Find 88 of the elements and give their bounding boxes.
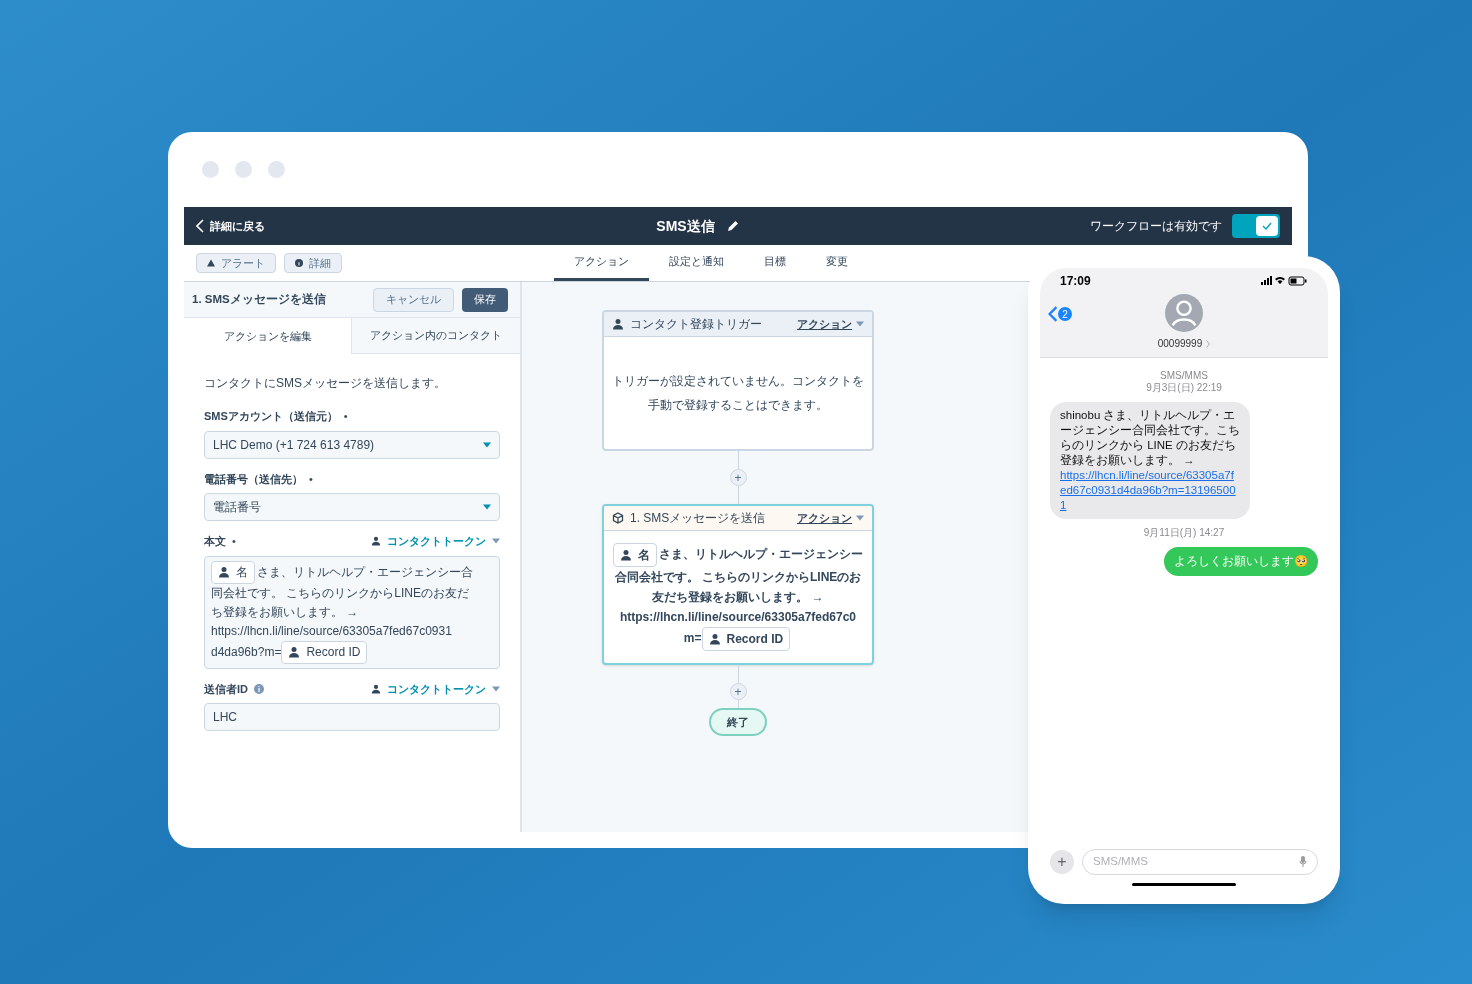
message-text: さま、リトルヘルプ・エージェンシー合: [257, 564, 473, 579]
caret-icon: [483, 441, 491, 448]
workflow-toggle[interactable]: [1232, 214, 1280, 238]
token-label: 名: [236, 563, 248, 581]
save-button[interactable]: 保存: [462, 287, 508, 312]
person-icon: [708, 633, 721, 645]
person-icon: [371, 683, 381, 694]
message-text: 同会社です。 こちらのリンクからLINEのお友だ: [211, 585, 469, 600]
status-icons: [1260, 276, 1308, 286]
unread-badge: 2: [1058, 307, 1072, 321]
workflow-title: SMS送信: [656, 216, 715, 236]
nav-tab[interactable]: 目標: [744, 245, 806, 281]
caret-icon: [856, 321, 864, 327]
add-step-button[interactable]: +: [729, 683, 747, 700]
required-mark: •: [309, 471, 313, 487]
select-field[interactable]: 電話番号: [204, 493, 500, 521]
token-label: 名: [638, 547, 650, 564]
contact-number: 00099999: [1157, 337, 1203, 351]
message-text: ち登録をお願いします。 →: [211, 604, 359, 619]
message-link[interactable]: https://lhcn.li/line/source/63305a7fed67c0931d4da96b?m=131965001: [1060, 468, 1240, 513]
card-title: コンタクト登録トリガー: [630, 316, 762, 333]
clock-time: 17:09: [1060, 273, 1091, 290]
nav-tab[interactable]: 変更: [806, 245, 868, 281]
check-icon: [1262, 222, 1272, 230]
end-node[interactable]: 終了: [709, 708, 767, 736]
field-label: SMSアカウント（送信元）: [204, 409, 338, 424]
action-menu[interactable]: アクション: [797, 509, 864, 527]
message-text: 友だち登録をお願いします。 →: [652, 590, 824, 604]
message-text: さま、リトルヘルプ・エージェンシー: [659, 547, 863, 562]
timestamp: 9月11日(月) 14:27: [1143, 527, 1225, 539]
add-button[interactable]: +: [1050, 850, 1074, 874]
token-label: Record ID: [726, 631, 784, 648]
cancel-button[interactable]: キャンセル: [373, 287, 454, 312]
field-label: 送信者ID: [204, 681, 248, 697]
workflow-card[interactable]: 1. SMSメッセージを送信 アクション 名 さま、リトルヘルプ・エージェンシー 合同会社です。 こちらのリンクからLINEのお 友だち登録をお願いします。 → https://lhcn.li/line/source/63305a7fed67c0 m= Record ID: [602, 504, 874, 665]
microphone-icon: [1299, 856, 1307, 868]
timestamp: SMS/MMS: [1160, 370, 1208, 382]
card-text: トリガーが設定されていません。コンタクトを手動で登録することはできます。: [612, 373, 864, 414]
action-menu[interactable]: アクション: [797, 315, 864, 333]
input-field[interactable]: LHC: [204, 703, 500, 731]
outgoing-message-bubble: よろしくお願いします🥺: [1164, 547, 1318, 577]
select-field[interactable]: LHC Demo (+1 724 613 4789): [204, 430, 500, 459]
caret-icon: [483, 504, 491, 510]
field-label: 本文: [204, 534, 226, 549]
person-icon: [371, 536, 381, 547]
cube-icon: [612, 512, 624, 524]
message-text: https://lhcn.li/line/source/63305a7fed67c0: [619, 610, 857, 624]
nav-tab[interactable]: アクション: [554, 245, 649, 281]
person-icon: [612, 318, 624, 330]
panel-title: 1. SMSメッセージを送信: [192, 291, 326, 308]
caret-icon: [492, 685, 500, 692]
message-text: 合同会社です。 こちらのリンクからLINEのお: [614, 570, 862, 584]
alert-button[interactable]: アラート: [196, 253, 276, 273]
person-icon: [218, 566, 230, 578]
warning-icon: [207, 259, 215, 267]
caret-icon: [856, 515, 864, 521]
message-field[interactable]: 名 さま、リトルヘルプ・エージェンシー合 同会社です。 こちらのリンクからLINEのお友だ ち登録をお願いします。 → https://lhcn.li/line/source/63305a7fed67c0931 d4da96b?m= Record ID: [204, 555, 500, 669]
details-button[interactable]: 詳細: [284, 253, 342, 273]
back-link[interactable]: 詳細に戻る: [196, 217, 265, 235]
chevron-left-icon: [1048, 306, 1058, 322]
chevron-left-icon: [196, 219, 204, 233]
workflow-card[interactable]: コンタクト登録トリガー アクション トリガーが設定されていません。コンタクトを手動で登録することはできます。: [602, 310, 874, 451]
field-label: 電話番号（送信先）: [204, 471, 303, 487]
required-mark: •: [232, 534, 236, 549]
pencil-icon[interactable]: [726, 220, 739, 232]
contact-token-link[interactable]: コンタクトトークン: [371, 533, 500, 550]
person-icon: [288, 646, 301, 658]
panel-description: コンタクトにSMSメッセージを送信します。: [204, 375, 447, 392]
back-button[interactable]: 2: [1048, 306, 1072, 322]
avatar-icon: [1165, 294, 1203, 332]
token-label: Record ID: [306, 643, 361, 661]
timestamp: 9月3日(日) 22:19: [1146, 382, 1222, 394]
card-title: 1. SMSメッセージを送信: [630, 510, 766, 527]
contact-token-link[interactable]: コンタクトトークン: [371, 680, 500, 697]
message-text: shinobu さま、リトルヘルプ・エージェンシー合同会社です。こちらのリンクから LINE のお友だち登録をお願いします。 →: [1060, 408, 1240, 468]
add-step-button[interactable]: +: [729, 469, 747, 486]
message-text: m=: [683, 631, 702, 646]
message-text: https://lhcn.li/line/source/63305a7fed67c0931: [211, 623, 452, 638]
person-icon: [620, 549, 632, 561]
nav-tab[interactable]: 設定と通知: [649, 245, 744, 281]
required-mark: •: [343, 409, 348, 424]
caret-icon: [492, 538, 500, 545]
message-input-text[interactable]: SMS/MMS: [1093, 853, 1243, 871]
panel-tab[interactable]: アクション内のコンタクト: [351, 318, 520, 354]
info-icon: [295, 259, 303, 267]
message-text: d4da96b?m=: [211, 644, 282, 659]
status-text: ワークフローは有効です: [1090, 218, 1222, 235]
chevron-right-icon: [1206, 339, 1211, 348]
